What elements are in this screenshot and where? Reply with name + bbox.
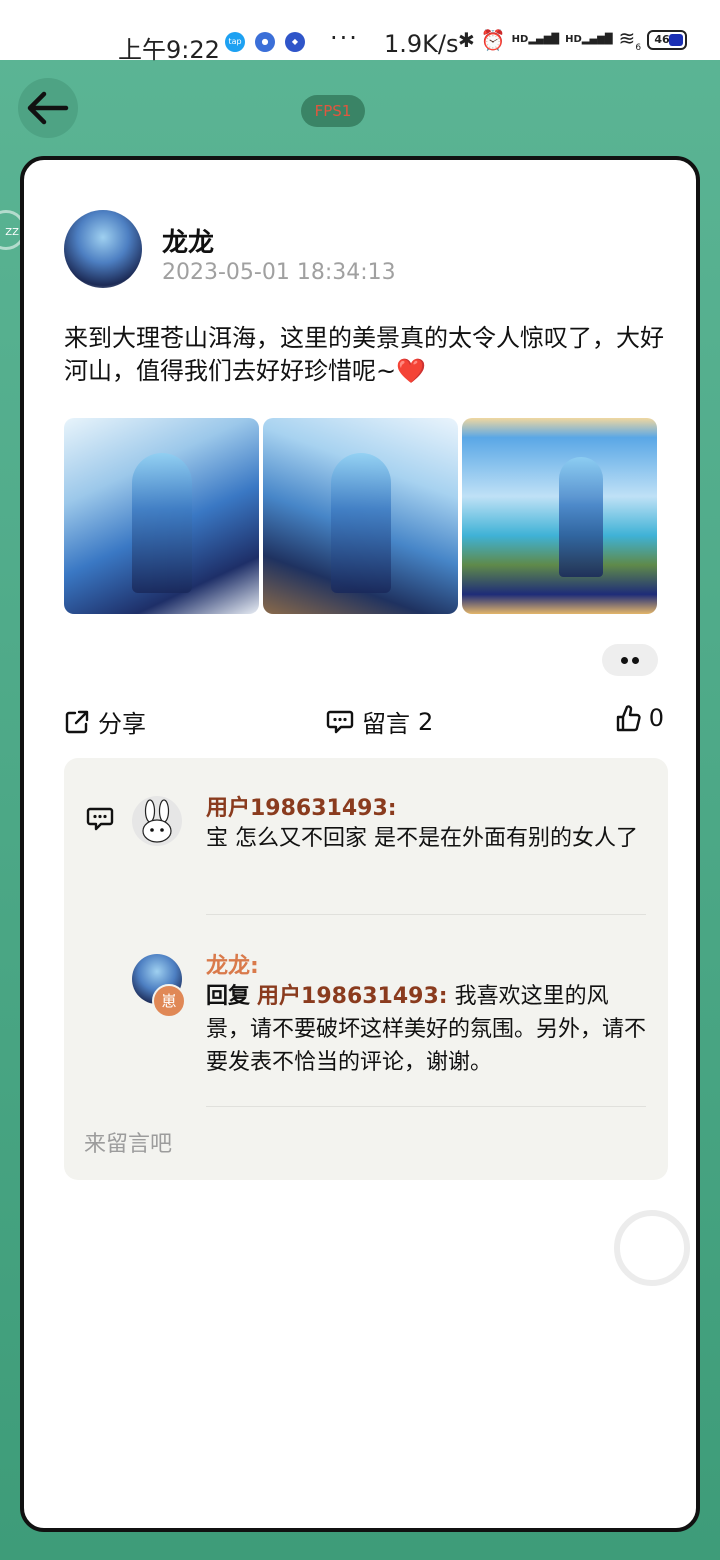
notification-icons: tap ● ◆ [225, 32, 305, 52]
comment-text: 宝 怎么又不回家 是不是在外面有别的女人了 [206, 826, 638, 851]
thumbs-up-icon [616, 705, 641, 732]
reply-text: 回复 用户198631493: 我喜欢这里的风景，请不要破坏这样美好的氛围。另外… [206, 980, 646, 1079]
bunny-avatar-icon [142, 799, 172, 843]
fps-badge: FPS1 [301, 95, 365, 127]
reply-author-name[interactable]: 龙龙: [206, 948, 259, 980]
comment-divider [206, 914, 646, 915]
status-bar: 上午9:22 tap ● ◆ ··· 1.9K/s ✱ ⏰ HD▂▄▆█ HD▂… [0, 0, 720, 64]
like-count: 0 [648, 704, 664, 732]
comment-label: 留言 [362, 710, 410, 738]
post-image-2[interactable] [263, 418, 458, 614]
share-icon [65, 710, 89, 733]
comment-icon [326, 710, 354, 733]
bluetooth-icon: ✱ [458, 27, 475, 52]
dot-icon [621, 656, 628, 664]
post-content: 来到大理苍山洱海，这里的美景真的太令人惊叹了，大好河山，值得我们去好好珍惜呢~❤… [64, 322, 664, 388]
comments-section: 用户198631493: 宝 怎么又不回家 是不是在外面有别的女人了 崽 龙龙:… [64, 758, 668, 1180]
author-name[interactable]: 龙龙 [162, 222, 214, 259]
more-notifications-icon: ··· [330, 24, 359, 52]
network-speed: 1.9K/s [384, 30, 459, 58]
floating-ball-button[interactable] [614, 1210, 690, 1286]
status-time: 上午9:22 [118, 36, 220, 64]
post-images [64, 418, 657, 614]
comment-button[interactable]: 留言 2 [326, 704, 433, 739]
post-card: 龙龙 2023-05-01 18:34:13 来到大理苍山洱海，这里的美景真的太… [20, 156, 700, 1532]
comment-divider [206, 1106, 646, 1107]
signal-hd-icon: HD▂▄▆█ [511, 34, 560, 45]
comment-count: 2 [418, 707, 434, 736]
app-notification-icon: tap [225, 32, 245, 52]
dot-icon [632, 656, 639, 664]
post-image-1[interactable] [64, 418, 259, 614]
wifi-icon: ≋6 [618, 26, 642, 53]
reply-prefix: 回复 [206, 984, 251, 1009]
comment-input[interactable]: 来留言吧 [84, 1126, 172, 1158]
signal-hd-icon-2: HD▂▄▆█ [565, 34, 613, 45]
post-image-3[interactable] [462, 418, 657, 614]
message-app-icon: ● [255, 32, 275, 52]
post-actions: 分享 留言 2 0 [64, 704, 664, 740]
commenter-avatar[interactable] [132, 796, 182, 846]
battery-level: 46 [654, 32, 670, 46]
alarm-icon: ⏰ [480, 27, 506, 52]
battery-icon: 46 [647, 29, 688, 50]
reply-author-badge: 崽 [152, 984, 186, 1018]
share-label: 分享 [98, 710, 146, 738]
browser-app-icon: ◆ [285, 32, 305, 52]
post-timestamp: 2023-05-01 18:34:13 [162, 260, 396, 285]
post-text: 来到大理苍山洱海，这里的美景真的太令人惊叹了，大好河山，值得我们去好好珍惜呢~ [64, 324, 664, 385]
like-button[interactable]: 0 [615, 704, 664, 732]
author-avatar[interactable] [64, 210, 142, 288]
back-button[interactable] [18, 78, 78, 138]
arrow-left-icon [27, 91, 69, 125]
share-button[interactable]: 分享 [64, 704, 146, 739]
commenter-name[interactable]: 用户198631493: [206, 790, 397, 822]
heart-emoji: ❤️ [396, 357, 426, 385]
more-options-button[interactable] [602, 644, 658, 676]
system-icons: ✱ ⏰ HD▂▄▆█ HD▂▄▆█ ≋6 46 [458, 26, 688, 53]
reply-target-user[interactable]: 用户198631493: [257, 984, 448, 1009]
comment-section-icon [86, 807, 114, 831]
